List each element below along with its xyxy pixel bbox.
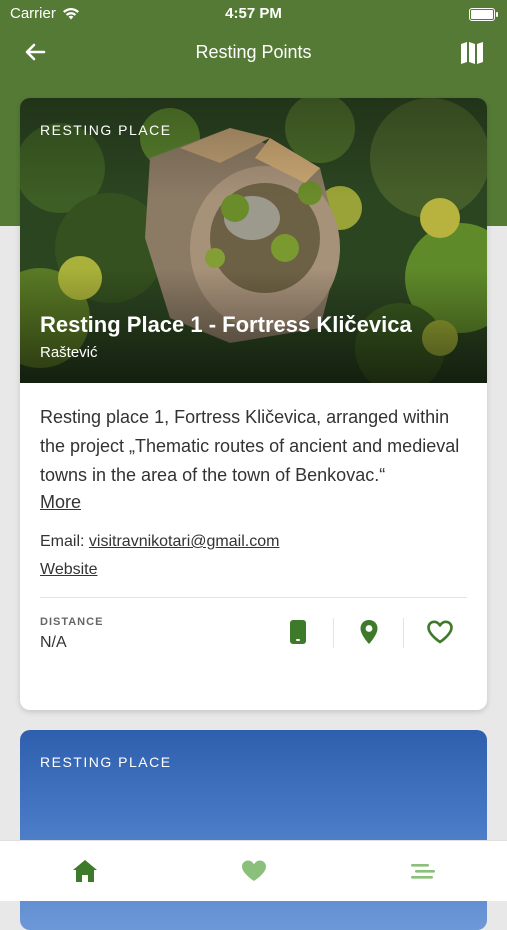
menu-icon — [410, 864, 435, 879]
location-button[interactable] — [339, 612, 399, 652]
action-divider — [333, 618, 334, 648]
map-icon[interactable] — [459, 40, 485, 66]
tab-menu[interactable] — [338, 841, 507, 901]
heart-outline-icon — [427, 620, 453, 644]
favorite-button[interactable] — [410, 612, 470, 652]
battery-icon — [469, 8, 498, 21]
card-hero-image: RESTING PLACE Resting Place 1 - Fortress… — [20, 98, 487, 383]
hero-overlay — [20, 98, 487, 383]
category-label: RESTING PLACE — [40, 122, 172, 138]
tab-favorites[interactable] — [169, 841, 338, 901]
phone-icon — [290, 620, 306, 644]
category-label: RESTING PLACE — [40, 754, 172, 770]
card-title: Resting Place 1 - Fortress Kličevica — [40, 312, 412, 337]
more-link[interactable]: More — [40, 492, 81, 513]
heart-icon — [241, 860, 266, 881]
navigation-bar: Resting Points — [0, 28, 507, 78]
website-link[interactable]: Website — [40, 561, 98, 579]
tab-bar — [0, 840, 507, 901]
email-label: Email: — [40, 533, 85, 550]
action-divider — [403, 618, 404, 648]
distance-label: DISTANCE — [40, 616, 104, 628]
email-link[interactable]: visitravnikotari@gmail.com — [89, 533, 280, 550]
card-description: Resting place 1, Fortress Kličevica, arr… — [40, 407, 460, 485]
tab-home[interactable] — [0, 841, 169, 901]
call-button[interactable] — [268, 612, 328, 652]
distance-value: N/A — [40, 634, 67, 651]
page-title: Resting Points — [195, 42, 312, 62]
resting-place-card[interactable]: RESTING PLACE Resting Place 1 - Fortress… — [20, 98, 487, 710]
clock: 4:57 PM — [225, 5, 282, 22]
home-icon — [72, 860, 97, 882]
location-pin-icon — [360, 620, 378, 644]
status-bar: Carrier 4:57 PM — [0, 0, 507, 28]
contact-email: Email: visitravnikotari@gmail.com — [40, 533, 467, 551]
card-footer: DISTANCE N/A — [40, 598, 467, 664]
card-body: Resting place 1, Fortress Kličevica, arr… — [20, 383, 487, 664]
card-location: Raštević — [40, 344, 98, 361]
